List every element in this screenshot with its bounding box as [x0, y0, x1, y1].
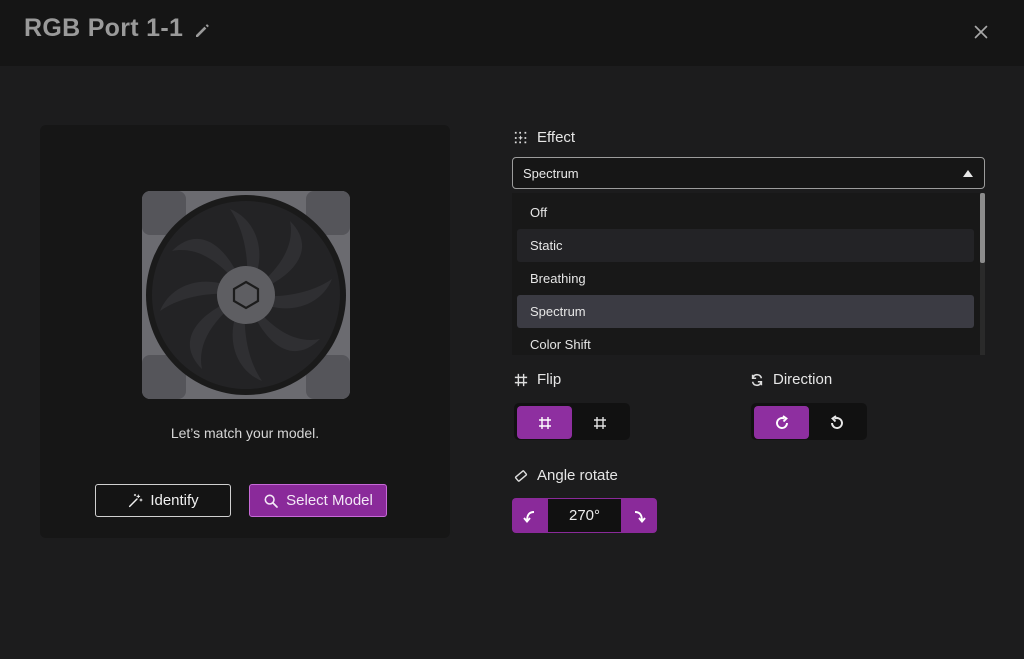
search-icon: [264, 494, 279, 508]
effect-label: Effect: [537, 129, 576, 146]
angle-value[interactable]: 270°: [548, 498, 621, 533]
rotate-left-icon: [523, 510, 535, 523]
direction-counterclockwise[interactable]: [809, 406, 864, 439]
effect-option-spectrum[interactable]: Spectrum: [517, 295, 974, 328]
direction-label: Direction: [773, 371, 833, 388]
rotate-right-button[interactable]: [621, 498, 657, 533]
angle-label: Angle rotate: [537, 467, 618, 484]
effect-option-static[interactable]: Static: [517, 229, 974, 262]
select-model-button[interactable]: Select Model: [249, 484, 387, 517]
grid-icon: [538, 416, 551, 429]
effect-option-breathing[interactable]: Breathing: [517, 262, 974, 295]
flip-grid-icon: [514, 373, 528, 386]
magic-wand-icon: [129, 493, 143, 507]
flip-toggle: [514, 403, 630, 440]
dropdown-scrollbar[interactable]: [980, 193, 985, 355]
dropdown-scroll-handle[interactable]: [980, 193, 985, 263]
effect-select[interactable]: Spectrum: [512, 157, 985, 189]
sync-icon: [751, 373, 763, 386]
flip-label: Flip: [537, 371, 562, 388]
angle-heading: Angle rotate: [514, 467, 618, 484]
title-bar: RGB Port 1-1: [0, 0, 1024, 66]
flip-heading: Flip: [514, 371, 561, 388]
flip-option-normal[interactable]: [517, 406, 572, 439]
match-model-text: Let’s match your model.: [170, 425, 320, 441]
direction-toggle: [751, 403, 867, 440]
effect-selected-value: Spectrum: [523, 166, 579, 181]
rotate-right-icon: [634, 510, 646, 523]
fan-image: [142, 191, 350, 399]
rotate-left-button[interactable]: [512, 498, 548, 533]
identify-label: Identify: [150, 492, 199, 509]
effect-option-off[interactable]: Off: [517, 196, 974, 229]
window-title: RGB Port 1-1: [24, 14, 184, 42]
sparkle-icon: [514, 131, 527, 143]
effect-option-color-shift[interactable]: Color Shift: [517, 328, 974, 355]
rotate-clockwise-icon: [775, 414, 788, 429]
model-panel: Let’s match your model. Identify Select …: [40, 125, 450, 538]
direction-heading: Direction: [750, 371, 832, 388]
direction-clockwise[interactable]: [754, 406, 809, 439]
select-model-label: Select Model: [286, 492, 373, 509]
identify-button[interactable]: Identify: [95, 484, 231, 517]
pencil-icon[interactable]: [193, 22, 211, 40]
angle-ruler-icon: [514, 469, 528, 482]
angle-stepper: 270°: [512, 498, 657, 533]
flip-option-flipped[interactable]: [572, 406, 627, 439]
rotate-counterclockwise-icon: [830, 414, 843, 429]
grid-flip-icon: [593, 416, 606, 429]
effect-heading: Effect: [514, 129, 575, 146]
effect-dropdown: Off Static Breathing Spectrum Color Shif…: [512, 193, 985, 355]
caret-up-icon: [963, 170, 973, 177]
close-icon[interactable]: [970, 21, 992, 43]
